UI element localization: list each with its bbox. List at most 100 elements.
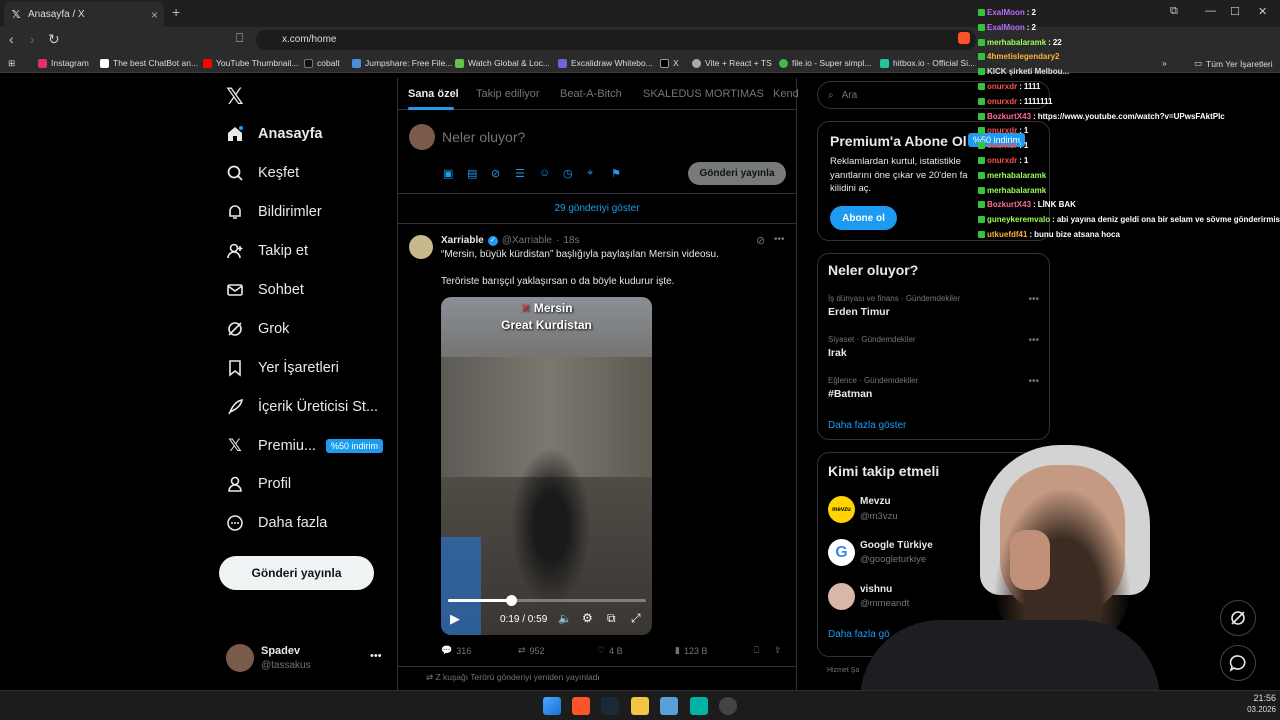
grok-icon[interactable]: ⊘ [491, 167, 500, 180]
like-button[interactable]: ♡ 4 B [597, 645, 623, 656]
forward-icon[interactable]: › [30, 31, 35, 47]
nav-grok[interactable]: Grok [226, 320, 289, 338]
new-tab-button[interactable]: + [172, 4, 180, 20]
extensions-icon[interactable]: ⧉ [1170, 5, 1178, 18]
account-menu-icon[interactable]: ••• [370, 650, 382, 662]
trend-menu-icon[interactable]: ••• [1028, 294, 1039, 305]
steam-icon[interactable] [601, 697, 619, 715]
trend-item[interactable]: İş dünyası ve finans · Gündemdekiler Erde… [828, 294, 1028, 318]
play-icon[interactable]: ▶ [450, 611, 460, 627]
video-player[interactable]: ✕ Mersin Great Kurdistan ▶ 0:19 / 0:59 🔈… [441, 297, 652, 635]
x-logo-icon[interactable]: 𝕏 [226, 84, 244, 110]
compose-input[interactable]: Neler oluyor? [442, 129, 525, 145]
repost-button[interactable]: ⇄ 952 [518, 645, 545, 656]
bookmark-item[interactable]: YouTube Thumbnail... [203, 58, 298, 68]
bookmark-item[interactable]: file.io - Super simpl... [779, 58, 871, 68]
apps-icon[interactable]: ⊞ [8, 58, 15, 69]
schedule-icon[interactable]: ◷ [563, 167, 573, 180]
nav-more[interactable]: Daha fazla [226, 514, 327, 532]
all-bookmarks[interactable]: ▭ Tüm Yer İşaretleri [1194, 58, 1273, 69]
subscribe-button[interactable]: Abone ol [830, 206, 897, 230]
back-icon[interactable]: ‹ [9, 31, 14, 47]
bookmark-item[interactable]: Excalidraw Whitebo... [558, 58, 653, 68]
bookmark-item[interactable]: cobalt [304, 58, 340, 68]
post-button[interactable]: Gönderi yayınla [219, 556, 374, 590]
location-icon[interactable]: ⌖ [587, 167, 593, 180]
bookmark-page-icon[interactable]: ⎕ [236, 31, 243, 46]
poll-icon[interactable]: ☰ [515, 167, 525, 180]
nav-premium[interactable]: 𝕏 Premiu... %50 indirim [226, 436, 384, 455]
brave-shield-icon[interactable] [958, 32, 970, 44]
close-tab-icon[interactable]: × [151, 8, 158, 22]
chat-message: KICK şirketi Melbou... [978, 67, 1071, 76]
avatar[interactable] [409, 235, 433, 259]
bookmark-item[interactable]: X [660, 58, 679, 68]
tab-list[interactable]: Beat-A-Bitch [560, 88, 622, 100]
tab-list[interactable]: SKALEDUS MORTIMAS [643, 88, 764, 100]
browser-tab[interactable]: 𝕏 Anasayfa / X × [4, 2, 164, 27]
file-explorer-icon[interactable] [631, 697, 649, 715]
nav-messages[interactable]: Sohbet [226, 281, 304, 299]
bookmark-item[interactable]: The best ChatBot an... [100, 58, 198, 68]
footer-link[interactable]: Hizmet Şa [827, 667, 859, 674]
tab-following[interactable]: Takip ediliyor [476, 88, 540, 100]
media-icon[interactable]: ▣ [443, 167, 453, 180]
compose-post-button[interactable]: Gönderi yayınla [688, 162, 786, 185]
nav-notifications[interactable]: Bildirimler [226, 203, 322, 221]
nav-bookmarks[interactable]: Yer İşaretleri [226, 359, 339, 377]
bookmark-item[interactable]: hitbox.io - Official Si... [880, 58, 975, 68]
post-handle[interactable]: @Xarriable [502, 235, 552, 246]
video-progress-track[interactable] [448, 595, 646, 606]
post-author[interactable]: Xarriable [441, 235, 484, 246]
brave-browser-icon[interactable] [572, 697, 590, 715]
bookmark-icon[interactable]: ⎕ [754, 645, 759, 656]
pip-icon[interactable]: ⧉ [607, 611, 616, 626]
tab-for-you[interactable]: Sana özel [408, 88, 459, 100]
badge-icon [978, 23, 985, 31]
settings-icon[interactable]: ⚙ [582, 611, 593, 625]
app-icon[interactable] [719, 697, 737, 715]
minimize-button[interactable]: — [1205, 5, 1216, 17]
trend-menu-icon[interactable]: ••• [1028, 335, 1039, 346]
views-button[interactable]: ▮ 123 B [675, 645, 707, 656]
messages-float-button[interactable] [1220, 645, 1256, 681]
grok-icon [226, 320, 244, 338]
emoji-icon[interactable]: ☺ [539, 167, 550, 179]
trend-item[interactable]: Eğlence · Gündemdekiler #Batman [828, 376, 1028, 400]
post-time[interactable]: 18s [563, 235, 579, 246]
photos-icon[interactable] [660, 697, 678, 715]
avatar[interactable]: mevzu [828, 496, 855, 523]
trend-menu-icon[interactable]: ••• [1028, 376, 1039, 387]
reload-icon[interactable]: ↻ [48, 31, 60, 48]
share-icon[interactable]: ⇪ [774, 645, 782, 656]
close-window-button[interactable]: ✕ [1258, 5, 1267, 18]
flag-icon[interactable]: ⚑ [611, 167, 621, 180]
fullscreen-icon[interactable]: ⤢ [631, 611, 641, 626]
bookmark-item[interactable]: Instagram [38, 58, 89, 68]
tab-list[interactable]: Kend [773, 88, 799, 100]
bookmark-item[interactable]: Jumpshare: Free File... [352, 58, 452, 68]
trend-item[interactable]: Siyaset · Gündemdekiler Irak [828, 335, 1028, 359]
reply-button[interactable]: 💬 316 [441, 645, 471, 656]
windows-start-icon[interactable] [543, 697, 561, 715]
avatar[interactable] [828, 583, 855, 610]
volume-icon[interactable]: 🔈 [558, 612, 572, 625]
show-new-posts[interactable]: 29 gönderiyi göster [398, 194, 796, 224]
url-field[interactable]: x.com/home [256, 30, 976, 50]
more-bookmarks-icon[interactable]: » [1162, 58, 1167, 68]
nav-home[interactable]: Anasayfa [226, 125, 322, 143]
avatar[interactable] [226, 644, 254, 672]
bookmark-item[interactable]: Watch Global & Loc... [455, 58, 550, 68]
gif-icon[interactable]: ▤ [467, 167, 477, 180]
app-icon[interactable] [690, 697, 708, 715]
grok-float-button[interactable] [1220, 600, 1256, 636]
nav-follow[interactable]: Takip et [226, 242, 308, 260]
post-menu-icon[interactable]: ••• [774, 234, 785, 245]
maximize-button[interactable]: ☐ [1230, 5, 1240, 18]
nav-explore[interactable]: Keşfet [226, 164, 299, 182]
google-logo-icon[interactable]: G [828, 539, 855, 566]
nav-creator-studio[interactable]: İçerik Üreticisi St... [226, 398, 378, 416]
bookmark-item[interactable]: Vite + React + TS [692, 58, 772, 68]
nav-profile[interactable]: Profil [226, 475, 291, 493]
grok-icon[interactable]: ⊘ [756, 234, 765, 247]
